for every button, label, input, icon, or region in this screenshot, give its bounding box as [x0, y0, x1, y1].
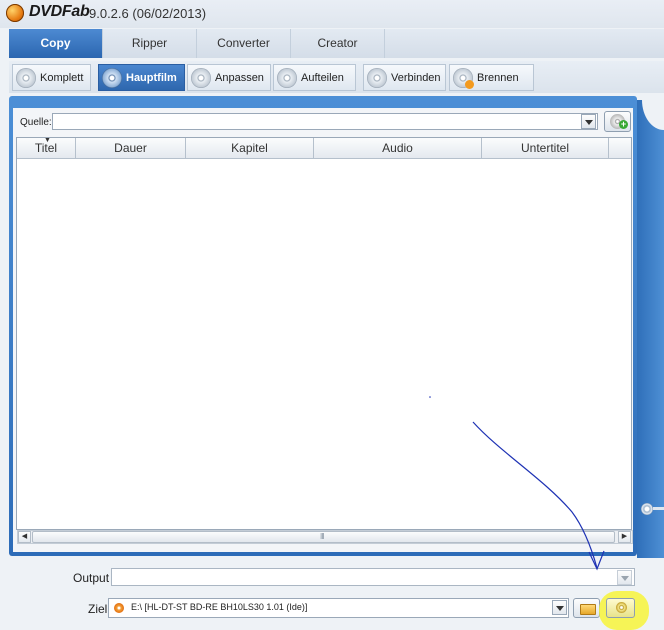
scroll-right-icon[interactable]: ▶ [618, 531, 631, 543]
table-header: ▼ Titel Dauer Kapitel Audio Untertitel [17, 137, 631, 159]
dvdfab-logo-icon [6, 4, 24, 22]
scroll-left-icon[interactable]: ◀ [18, 531, 31, 543]
column-header-dauer[interactable]: Dauer [76, 138, 186, 158]
column-header-untertitel[interactable]: Untertitel [482, 138, 609, 158]
mode-hauptfilm-button[interactable]: Hauptfilm [98, 64, 185, 91]
panel-edge [637, 100, 664, 558]
scrollbar-grip-icon: III [320, 532, 325, 541]
column-header-kapitel[interactable]: Kapitel [186, 138, 314, 158]
panel-handle [653, 507, 664, 510]
column-label: Audio [382, 141, 413, 155]
column-header-audio[interactable]: Audio [314, 138, 482, 158]
browse-folder-button[interactable] [573, 598, 600, 618]
mode-aufteilen-button[interactable]: Aufteilen [273, 64, 356, 91]
column-label: Kapitel [231, 141, 268, 155]
mode-label: Hauptfilm [126, 71, 177, 84]
burn-disc-button[interactable] [606, 598, 635, 618]
plus-icon: + [619, 119, 628, 129]
disc-icon [191, 67, 211, 88]
disc-icon [277, 67, 297, 88]
target-dropdown-button[interactable] [552, 600, 567, 615]
mode-komplett-button[interactable]: Komplett [12, 64, 91, 91]
target-value: E:\ [HL-DT-ST BD-RE BH10LS30 1.01 (Ide)] [131, 602, 308, 612]
output-dropdown-button[interactable] [617, 570, 632, 585]
tab-ripper[interactable]: Ripper [103, 29, 197, 58]
mode-label: Verbinden [391, 71, 441, 84]
main-tabs-filler [385, 29, 664, 58]
column-header-extra [609, 138, 631, 158]
disc-icon [367, 67, 387, 88]
mode-anpassen-button[interactable]: Anpassen [187, 64, 271, 91]
tab-creator[interactable]: Creator [291, 29, 385, 58]
column-label: Dauer [114, 141, 147, 155]
add-source-button[interactable]: + [604, 111, 631, 132]
drive-disc-icon [114, 603, 124, 613]
source-dropdown-button[interactable] [581, 114, 596, 129]
mode-verbinden-button[interactable]: Verbinden [363, 64, 446, 91]
column-label: Untertitel [520, 141, 570, 155]
disc-icon [16, 67, 36, 88]
main-tabs: Copy Ripper Converter Creator [9, 29, 385, 58]
sort-indicator-icon: ▼ [44, 137, 51, 144]
mode-label: Brennen [477, 71, 519, 84]
tab-copy[interactable]: Copy [9, 29, 103, 58]
output-label: Output [73, 571, 110, 585]
app-version: 9.0.2.6 (06/02/2013) [89, 6, 207, 21]
disc-icon [102, 67, 122, 88]
burn-disc-icon [453, 67, 474, 89]
source-input[interactable] [52, 113, 598, 130]
mode-label: Komplett [40, 71, 84, 84]
source-label: Quelle: [20, 117, 52, 128]
tab-converter[interactable]: Converter [197, 29, 291, 58]
titles-table [16, 137, 632, 530]
panel-knob-icon[interactable] [641, 503, 653, 515]
mode-label: Anpassen [215, 71, 264, 84]
output-input[interactable] [111, 568, 635, 586]
mode-brennen-button[interactable]: Brennen [449, 64, 534, 91]
mode-label: Aufteilen [301, 71, 344, 84]
column-header-titel[interactable]: ▼ Titel [17, 137, 76, 158]
app-name: DVDFab [29, 3, 90, 20]
